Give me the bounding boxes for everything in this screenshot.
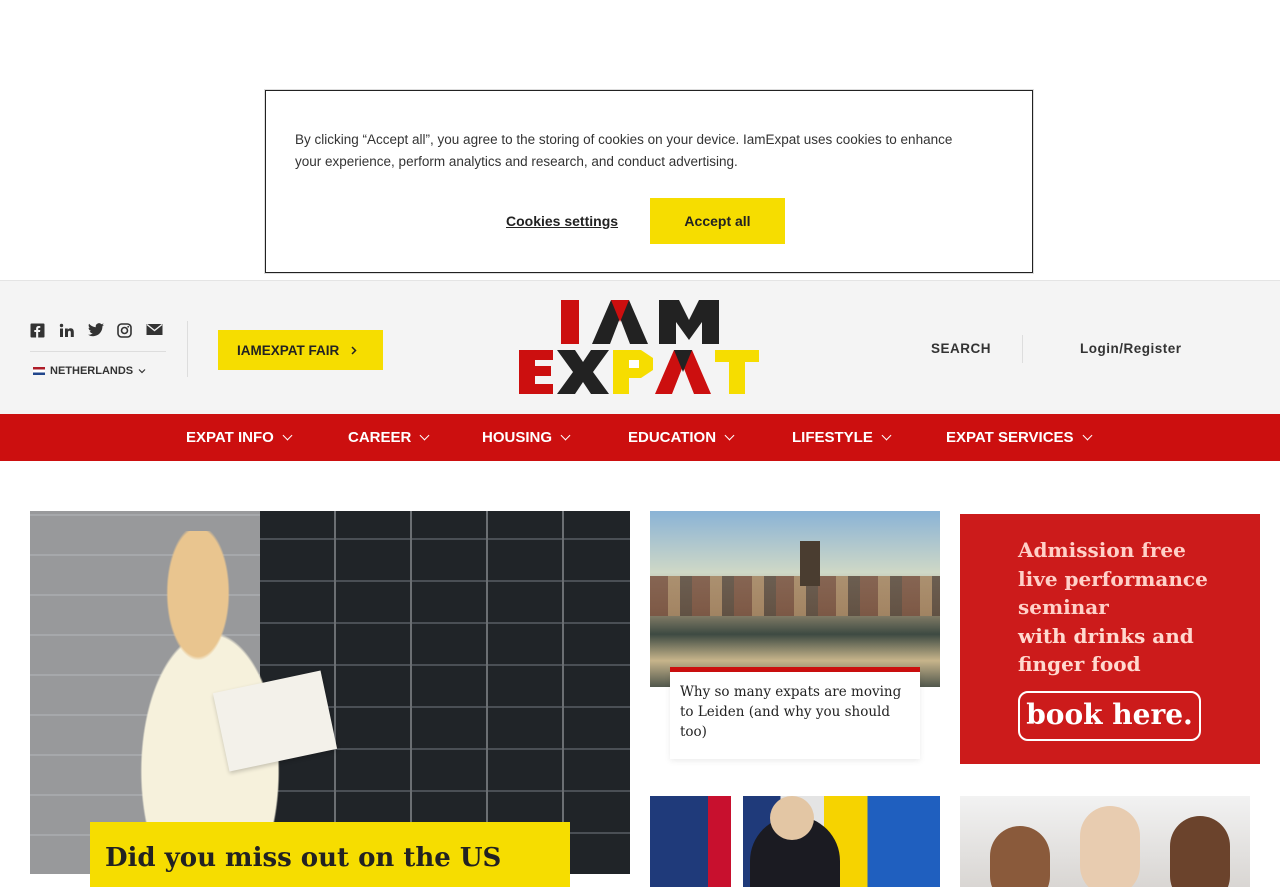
cookie-text: By clicking “Accept all”, you agree to t… bbox=[295, 132, 953, 169]
divider bbox=[187, 321, 188, 377]
person-image bbox=[1170, 816, 1230, 887]
iamexpat-fair-button[interactable]: IAMEXPAT FAIR bbox=[218, 330, 383, 370]
fair-button-label: IAMEXPAT FAIR bbox=[237, 342, 340, 358]
person-image bbox=[990, 826, 1050, 887]
ad-book-button[interactable]: book here. bbox=[1018, 691, 1201, 741]
leiden-article-caption[interactable]: Why so many expats are moving to Leiden … bbox=[670, 672, 920, 759]
chevron-down-icon bbox=[560, 430, 571, 440]
nav-label: HOUSING bbox=[482, 429, 553, 446]
ad-strip: By clicking “Accept all”, you agree to t… bbox=[0, 0, 1280, 280]
iamexpat-logo[interactable] bbox=[519, 300, 759, 394]
hero-article-caption[interactable]: Did you miss out on the US bbox=[90, 822, 570, 887]
nav-label: LIFESTYLE bbox=[792, 429, 873, 446]
leiden-article-title: Why so many expats are moving to Leiden … bbox=[680, 684, 902, 740]
accept-all-button[interactable]: Accept all bbox=[650, 198, 785, 244]
ad-line: finger food bbox=[1018, 652, 1141, 676]
chevron-right-icon bbox=[351, 345, 357, 355]
nav-expat-services[interactable]: EXPAT SERVICES bbox=[946, 414, 1092, 461]
nav-lifestyle[interactable]: LIFESTYLE bbox=[792, 414, 892, 461]
netherlands-flag-icon bbox=[33, 367, 45, 375]
ad-line: live performance bbox=[1018, 566, 1208, 591]
cookie-banner: By clicking “Accept all”, you agree to t… bbox=[265, 90, 1033, 273]
nav-education[interactable]: EDUCATION bbox=[628, 414, 735, 461]
nav-career[interactable]: CAREER bbox=[348, 414, 430, 461]
chevron-down-icon bbox=[282, 430, 293, 440]
ad-line: seminar bbox=[1018, 595, 1109, 619]
ad-line: with drinks and bbox=[1018, 623, 1194, 648]
instagram-icon[interactable] bbox=[117, 323, 134, 340]
speaker-head bbox=[770, 796, 814, 840]
canal-houses bbox=[650, 576, 940, 616]
site-header: NETHERLANDS IAMEXPAT FAIR SEARCH Login/R… bbox=[0, 280, 1280, 414]
chevron-down-icon bbox=[881, 430, 892, 440]
facebook-icon[interactable] bbox=[30, 323, 47, 340]
social-links bbox=[30, 323, 163, 340]
chevron-down-icon bbox=[138, 369, 146, 374]
chevron-down-icon bbox=[724, 430, 735, 440]
divider bbox=[1022, 335, 1023, 363]
linkedin-icon[interactable] bbox=[59, 323, 76, 340]
twitter-icon[interactable] bbox=[88, 323, 105, 340]
search-link[interactable]: SEARCH bbox=[931, 341, 991, 356]
main-nav: EXPAT INFO CAREER HOUSING EDUCATION LIFE… bbox=[0, 414, 1280, 461]
login-register-link[interactable]: Login/Register bbox=[1080, 341, 1182, 356]
people-article-image[interactable] bbox=[960, 796, 1250, 887]
hero-article-title: Did you miss out on the US bbox=[105, 843, 502, 873]
hero-article-image[interactable] bbox=[30, 511, 630, 874]
nav-label: EXPAT INFO bbox=[186, 429, 274, 446]
nav-label: EDUCATION bbox=[628, 429, 717, 446]
windmill bbox=[800, 541, 820, 586]
nav-label: EXPAT SERVICES bbox=[946, 429, 1074, 446]
country-selector[interactable]: NETHERLANDS bbox=[33, 365, 146, 377]
seminar-ad-banner[interactable]: Admission free live performance seminar … bbox=[960, 514, 1260, 764]
country-label: NETHERLANDS bbox=[50, 365, 134, 377]
ad-line: Admission free bbox=[1018, 538, 1186, 562]
cookie-settings-button[interactable]: Cookies settings bbox=[506, 199, 618, 243]
mail-icon[interactable] bbox=[146, 323, 163, 340]
divider bbox=[30, 351, 166, 352]
nav-expat-info[interactable]: EXPAT INFO bbox=[186, 414, 293, 461]
chevron-down-icon bbox=[419, 430, 430, 440]
person-image bbox=[1080, 806, 1140, 887]
nav-label: CAREER bbox=[348, 429, 412, 446]
chevron-down-icon bbox=[1082, 430, 1092, 440]
nav-housing[interactable]: HOUSING bbox=[482, 414, 571, 461]
leiden-article-image[interactable] bbox=[650, 511, 940, 687]
politics-article-image[interactable] bbox=[650, 796, 940, 887]
